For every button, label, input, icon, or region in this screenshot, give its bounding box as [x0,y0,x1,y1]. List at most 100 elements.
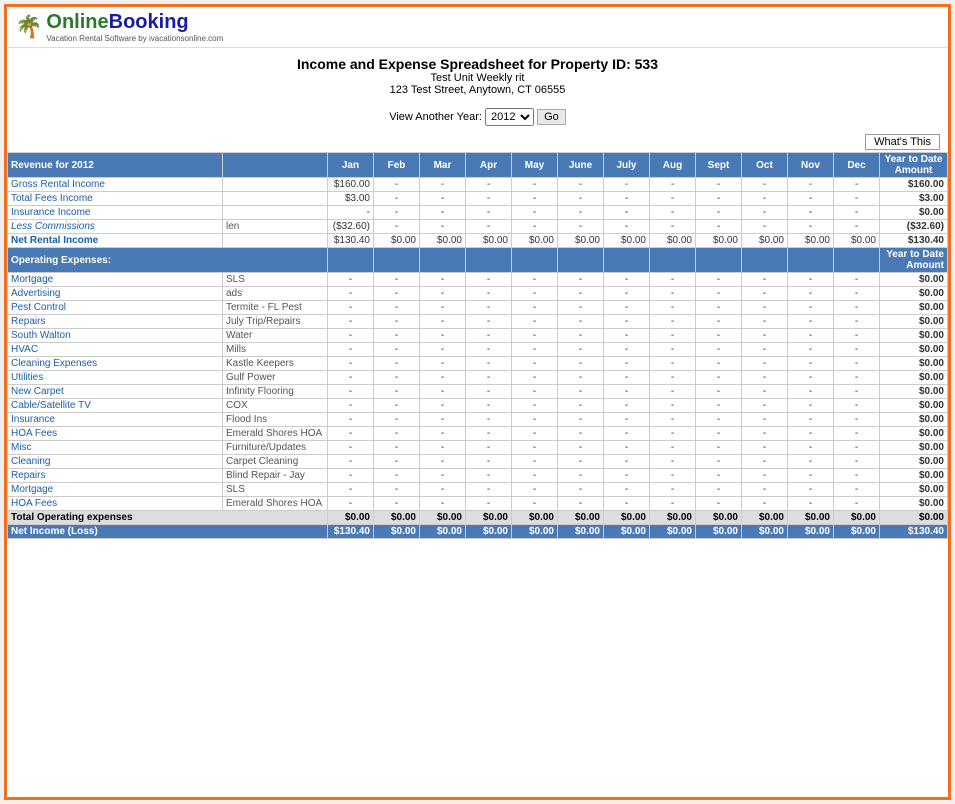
expense-month: - [420,301,466,315]
expense-label: Insurance [8,413,223,427]
expense-month: - [512,385,558,399]
expense-vendor: SLS [223,483,328,497]
expense-vendor: Termite - FL Pest [223,301,328,315]
expense-vendor: Blind Repair - Jay [223,469,328,483]
expense-month: - [604,469,650,483]
total-month: $0.00 [420,511,466,525]
net-month: $0.00 [650,525,696,539]
expense-vendor: Carpet Cleaning [223,455,328,469]
expense-month: - [328,497,374,511]
month-value: - [650,220,696,234]
expense-month: - [558,385,604,399]
expense-month: - [420,497,466,511]
logo-booking: Booking [109,11,189,33]
expense-month: - [788,497,834,511]
expense-ytd: $0.00 [880,329,948,343]
expense-month: - [604,357,650,371]
expense-month: - [466,483,512,497]
expense-month: - [374,399,420,413]
expense-month: - [834,315,880,329]
month-value: - [604,206,650,220]
expense-month: - [696,385,742,399]
total-month: $0.00 [650,511,696,525]
table-row: HVAC Mills ------------ $0.00 [8,343,948,357]
expense-month: - [328,329,374,343]
expense-month: - [604,329,650,343]
expense-ytd: $0.00 [880,399,948,413]
expense-month: - [420,357,466,371]
go-button[interactable]: Go [537,109,566,125]
expense-month: - [420,273,466,287]
net-month: $0.00 [604,525,650,539]
expense-month: - [604,455,650,469]
month-value: - [742,178,788,192]
expense-month: - [788,469,834,483]
ytd-value: $0.00 [880,206,948,220]
expense-month: - [466,371,512,385]
expense-month: - [558,441,604,455]
expense-month: - [512,371,558,385]
expense-vendor: Emerald Shores HOA [223,497,328,511]
expense-vendor: Furniture/Updates [223,441,328,455]
expense-month: - [650,427,696,441]
whats-this-button[interactable]: What's This [865,134,940,150]
expense-month: - [742,343,788,357]
expense-vendor: Infinity Flooring [223,385,328,399]
month-value: $0.00 [788,234,834,248]
expense-month: - [420,441,466,455]
month-value: - [512,192,558,206]
year-selector: View Another Year: 2012 2011 2013 Go [7,100,948,134]
expense-month: - [742,287,788,301]
expense-month: - [466,273,512,287]
expense-month: - [834,301,880,315]
month-value: $0.00 [604,234,650,248]
expense-label: Repairs [8,315,223,329]
net-month: $0.00 [696,525,742,539]
month-value: - [604,192,650,206]
unit-name: Test Unit Weekly rit [7,72,948,84]
expense-month: - [834,371,880,385]
net-month: $0.00 [466,525,512,539]
expense-month: - [604,399,650,413]
expense-month: - [742,315,788,329]
expense-month: - [558,273,604,287]
logo-online: Online [46,11,108,33]
expense-month: - [834,497,880,511]
month-value: - [696,220,742,234]
expense-month: - [558,413,604,427]
expense-month: - [512,357,558,371]
expense-month: - [788,399,834,413]
expense-month: - [420,315,466,329]
row-label: Insurance Income [8,206,223,220]
row-vendor [223,192,328,206]
year-select[interactable]: 2012 2011 2013 [485,108,534,126]
expense-month: - [788,273,834,287]
expense-month: - [604,287,650,301]
expense-month: - [374,301,420,315]
net-jan: $130.40 [328,525,374,539]
month-value: - [512,178,558,192]
expense-month: - [328,483,374,497]
expense-month: - [604,427,650,441]
expense-vendor: Flood Ins [223,413,328,427]
expense-month: - [374,441,420,455]
expense-month: - [328,315,374,329]
expense-month: - [696,455,742,469]
expense-month: - [742,357,788,371]
col-aug: Aug [650,153,696,178]
expense-month: - [466,385,512,399]
net-month: $0.00 [834,525,880,539]
month-value: - [696,178,742,192]
expense-month: - [604,315,650,329]
operating-expenses-header: Operating Expenses: [8,248,328,273]
expense-month: - [512,497,558,511]
table-row: HOA Fees Emerald Shores HOA ------------… [8,497,948,511]
row-vendor [223,178,328,192]
month-value: - [788,192,834,206]
expense-month: - [788,301,834,315]
expense-month: - [650,315,696,329]
expense-month: - [742,427,788,441]
net-month: $0.00 [742,525,788,539]
month-value: - [420,220,466,234]
row-label: Total Fees Income [8,192,223,206]
